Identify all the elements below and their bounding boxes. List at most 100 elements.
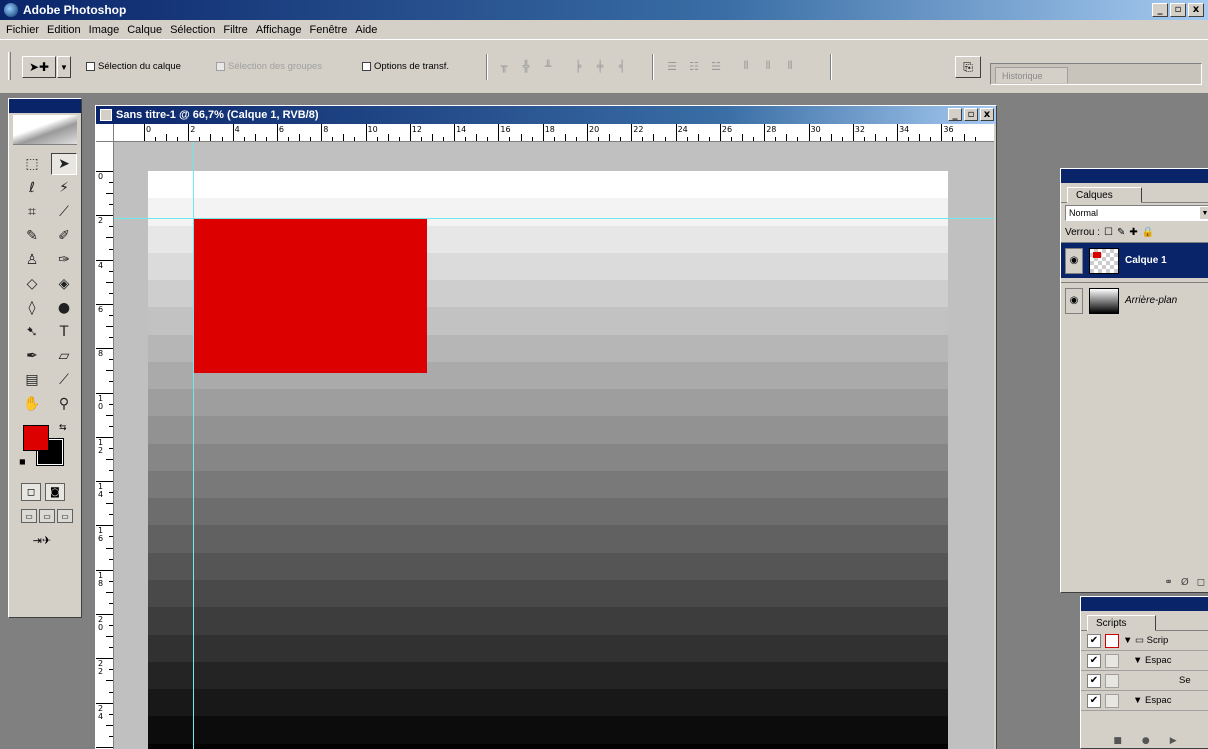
path-selection-tool-icon[interactable]: ➷: [19, 321, 45, 343]
distribute-vcenter-icon[interactable]: ☷: [686, 59, 702, 73]
magic-wand-tool-icon[interactable]: ⚡: [51, 177, 77, 199]
script-row[interactable]: ✔ ▼ Espac: [1081, 651, 1208, 671]
lock-all-icon[interactable]: 🔒: [1142, 227, 1154, 238]
eye-icon[interactable]: ◉: [1065, 247, 1083, 274]
distribute-top-icon[interactable]: ☰: [664, 59, 680, 73]
transform-options-checkbox[interactable]: Options de transf.: [362, 61, 449, 72]
menu-fichier[interactable]: Fichier: [2, 24, 43, 36]
menu-selection[interactable]: Sélection: [166, 24, 219, 36]
script-row[interactable]: ✔ ▼ ▭ Scrip: [1081, 631, 1208, 651]
layer-row-arriere-plan[interactable]: ◉ Arrière-plan: [1061, 282, 1208, 318]
quick-mask-mode-icon[interactable]: ◙: [45, 483, 65, 501]
checkmark-icon[interactable]: ✔: [1087, 653, 1101, 668]
notes-tool-icon[interactable]: ▤: [19, 369, 45, 391]
tool-preset-picker[interactable]: ➤✚: [22, 56, 56, 78]
type-tool-icon[interactable]: T: [51, 321, 77, 343]
align-left-icon[interactable]: ╞: [570, 59, 586, 73]
checkmark-icon[interactable]: ✔: [1087, 673, 1101, 688]
options-bar-grip[interactable]: [8, 52, 11, 80]
history-brush-tool-icon[interactable]: ✑: [51, 249, 77, 271]
doc-close-button[interactable]: x: [980, 108, 994, 121]
red-rectangle-layer-content[interactable]: [193, 218, 427, 373]
link-layers-icon[interactable]: ⚭: [1164, 577, 1172, 588]
slice-tool-icon[interactable]: ⟋: [51, 201, 77, 223]
lock-pixels-icon[interactable]: ✎: [1117, 227, 1125, 238]
vertical-guide[interactable]: [193, 142, 194, 749]
clone-stamp-tool-icon[interactable]: ♙: [19, 249, 45, 271]
standard-mode-icon[interactable]: ◻: [21, 483, 41, 501]
image-canvas[interactable]: [148, 171, 948, 749]
play-icon[interactable]: ▶: [1170, 736, 1177, 746]
layers-palette-title-bar[interactable]: [1061, 169, 1208, 183]
checkbox-box[interactable]: [362, 62, 371, 71]
tab-scripts[interactable]: Scripts: [1087, 615, 1156, 631]
doc-maximize-button[interactable]: ▫: [964, 108, 978, 121]
menu-edition[interactable]: Edition: [43, 24, 85, 36]
horizontal-guide[interactable]: [114, 218, 994, 219]
dodge-tool-icon[interactable]: ●: [51, 297, 77, 319]
eyedropper-tool-icon[interactable]: ⟋: [51, 369, 77, 391]
standard-screen-icon[interactable]: ▭: [21, 509, 37, 523]
lock-position-icon[interactable]: ✚: [1129, 227, 1137, 238]
script-row[interactable]: ✔ ▼ Espac: [1081, 691, 1208, 711]
shape-tool-icon[interactable]: ▱: [51, 345, 77, 367]
default-colors-icon[interactable]: ◼: [19, 457, 26, 466]
menu-image[interactable]: Image: [85, 24, 124, 36]
hand-tool-icon[interactable]: ✋: [19, 393, 45, 415]
toolbox-title-bar[interactable]: [9, 99, 81, 113]
marquee-tool-icon[interactable]: ⬚: [19, 153, 45, 175]
align-hcenter-icon[interactable]: ╪: [592, 59, 608, 73]
checkbox-box[interactable]: [86, 62, 95, 71]
lock-transparency-icon[interactable]: ☐: [1104, 227, 1113, 238]
menu-aide[interactable]: Aide: [351, 24, 381, 36]
history-tab[interactable]: Historique: [995, 67, 1068, 83]
document-title-bar[interactable]: Sans titre-1 @ 66,7% (Calque 1, RVB/8) _…: [96, 106, 996, 124]
jump-to-imageready-icon[interactable]: ⇥✈: [25, 531, 59, 549]
paint-bucket-tool-icon[interactable]: ◈: [51, 273, 77, 295]
fullscreen-icon[interactable]: ▭: [57, 509, 73, 523]
foreground-color-swatch[interactable]: [23, 425, 49, 451]
doc-minimize-button[interactable]: _: [948, 108, 962, 121]
checkmark-icon[interactable]: ✔: [1087, 693, 1101, 708]
menu-affichage[interactable]: Affichage: [252, 24, 306, 36]
record-icon[interactable]: ●: [1142, 736, 1150, 746]
align-vcenter-icon[interactable]: ╬: [518, 59, 534, 73]
chevron-down-icon[interactable]: ▼: [1200, 207, 1208, 219]
stop-icon[interactable]: ■: [1113, 736, 1122, 746]
blur-tool-icon[interactable]: ◊: [19, 297, 45, 319]
script-row[interactable]: ✔ Se: [1081, 671, 1208, 691]
dialog-toggle-icon[interactable]: [1105, 673, 1119, 688]
distribute-bottom-icon[interactable]: ☱: [708, 59, 724, 73]
eye-icon[interactable]: ◉: [1065, 287, 1083, 314]
menu-calque[interactable]: Calque: [123, 24, 166, 36]
pen-tool-icon[interactable]: ✒: [19, 345, 45, 367]
align-top-icon[interactable]: ╥: [496, 59, 512, 73]
select-layer-checkbox[interactable]: Sélection du calque: [86, 61, 181, 72]
align-bottom-icon[interactable]: ╨: [540, 59, 556, 73]
checkmark-icon[interactable]: ✔: [1087, 633, 1101, 648]
distribute-left-icon[interactable]: ⦀: [738, 59, 754, 73]
dialog-toggle-icon[interactable]: [1105, 693, 1119, 708]
fullscreen-menu-icon[interactable]: ▭: [39, 509, 55, 523]
dialog-toggle-icon[interactable]: [1105, 633, 1119, 648]
swap-colors-icon[interactable]: ⇆: [59, 423, 67, 433]
close-button[interactable]: x: [1188, 3, 1204, 17]
adobe-online-logo[interactable]: [13, 115, 77, 145]
blend-mode-select[interactable]: Normal ▼: [1065, 205, 1208, 221]
layer-style-icon[interactable]: Ø: [1181, 577, 1189, 588]
zoom-tool-icon[interactable]: ⚲: [51, 393, 77, 415]
distribute-hcenter-icon[interactable]: ⫴: [760, 59, 776, 73]
ruler-origin[interactable]: [96, 124, 114, 142]
healing-brush-tool-icon[interactable]: ✎: [19, 225, 45, 247]
align-right-icon[interactable]: ╡: [614, 59, 630, 73]
minimize-button[interactable]: _: [1152, 3, 1168, 17]
lasso-tool-icon[interactable]: ℓ: [19, 177, 45, 199]
dialog-toggle-icon[interactable]: [1105, 653, 1119, 668]
menu-filtre[interactable]: Filtre: [219, 24, 251, 36]
eraser-tool-icon[interactable]: ◇: [19, 273, 45, 295]
scripts-palette-title-bar[interactable]: [1081, 597, 1208, 611]
vertical-ruler[interactable]: 024681 01 21 41 61 82 02 22 42 6: [96, 142, 114, 749]
menu-fenetre[interactable]: Fenêtre: [305, 24, 351, 36]
new-layer-icon[interactable]: ◻: [1197, 577, 1205, 588]
brush-tool-icon[interactable]: ✐: [51, 225, 77, 247]
